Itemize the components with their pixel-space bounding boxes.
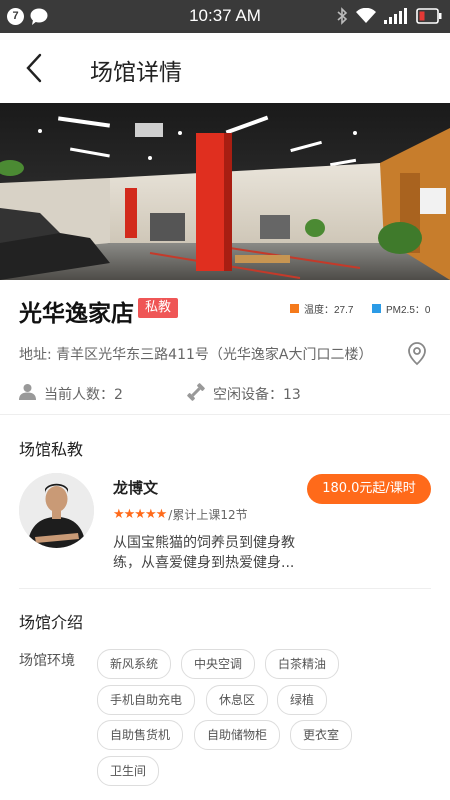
status-bar: 7 10:37 AM <box>0 0 450 33</box>
current-people: 当前人数：2 <box>19 383 123 404</box>
dumbbell-icon <box>187 383 205 405</box>
coach-name: 龙博文 <box>113 479 159 497</box>
facility-tag: 自助售货机 <box>97 720 184 750</box>
coach-price-button[interactable]: 180.0元起/课时 <box>307 474 431 504</box>
venue-address: 地址: 青羊区光华东三路411号（光华逸家A大门口二楼） <box>19 347 373 363</box>
signal-icon <box>384 8 408 28</box>
venue-name: 光华逸家店 <box>19 301 134 327</box>
idle-equipment: 空闲设备：13 <box>187 383 301 405</box>
temperature-swatch <box>290 304 299 313</box>
bluetooth-icon <box>336 7 348 29</box>
coach-description: 从国宝熊猫的饲养员到健身教 练，从喜爱健身到热爱健身... <box>113 533 323 573</box>
temperature-indicator: 温度：27.7 <box>290 301 353 316</box>
coach-description-line-2: 练，从喜爱健身到热爱健身... <box>113 555 295 571</box>
pm25-indicator: PM2.5：0 <box>372 301 430 316</box>
facility-tag: 更衣室 <box>290 720 353 750</box>
app-header: 场馆详情 <box>0 33 450 103</box>
facility-tag: 绿植 <box>277 685 328 715</box>
facility-tag: 手机自助充电 <box>97 685 196 715</box>
idle-equipment-text: 空闲设备：13 <box>213 387 301 403</box>
star-rating-icon: ★★★★★ <box>113 507 167 522</box>
lesson-count: /累计上课12节 <box>168 508 248 522</box>
current-people-text: 当前人数：2 <box>44 386 123 403</box>
facility-tag: 中央空调 <box>181 649 256 679</box>
coach-rating: ★★★★★ /累计上课12节 <box>113 506 248 523</box>
coach-description-line-1: 从国宝熊猫的饲养员到健身教 <box>113 535 295 551</box>
coach-section-title: 场馆私教 <box>19 440 84 459</box>
section-divider <box>0 414 450 415</box>
private-coach-tag: 私教 <box>138 298 179 318</box>
venue-photo <box>0 103 450 280</box>
wifi-icon <box>356 7 376 28</box>
temperature-value: 温度：27.7 <box>304 305 354 316</box>
location-pin-icon[interactable] <box>407 342 427 370</box>
back-button[interactable] <box>22 53 48 83</box>
person-icon <box>19 383 36 404</box>
facility-tag: 新风系统 <box>97 649 172 679</box>
pm25-swatch <box>372 304 381 313</box>
battery-icon <box>416 8 442 28</box>
page-title: 场馆详情 <box>90 60 182 86</box>
intro-section-title: 场馆介绍 <box>19 613 84 632</box>
section-divider <box>19 588 431 589</box>
facility-tag: 自助储物柜 <box>194 720 281 750</box>
pm25-value: PM2.5：0 <box>386 305 431 316</box>
facility-tag: 休息区 <box>206 685 269 715</box>
coach-avatar[interactable] <box>19 473 94 548</box>
facility-tag: 卫生间 <box>97 756 160 786</box>
facility-tag: 白茶精油 <box>265 649 340 679</box>
environment-label: 场馆环境 <box>19 653 75 669</box>
